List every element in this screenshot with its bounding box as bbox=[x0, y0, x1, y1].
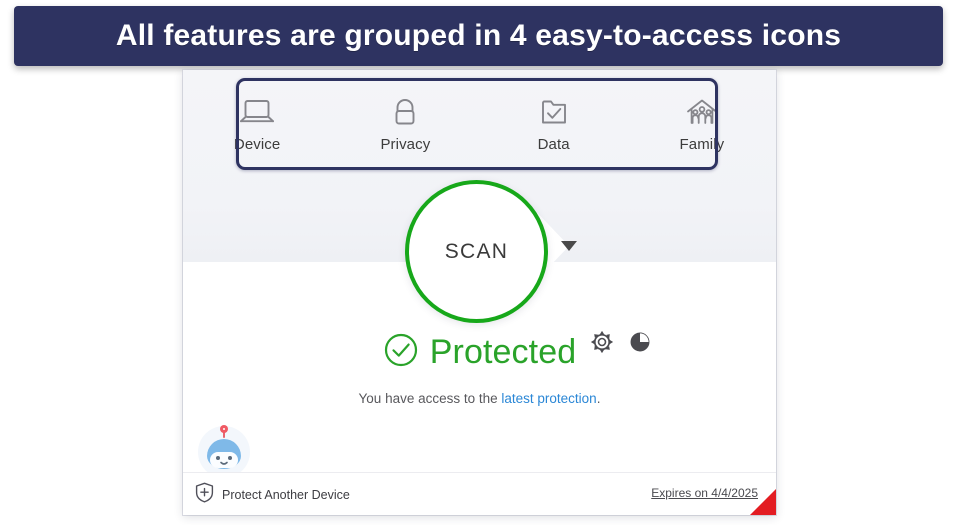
status-subtitle-suffix: . bbox=[596, 391, 601, 406]
toolbar-item-device[interactable]: Device bbox=[183, 70, 331, 170]
status-title: Protected bbox=[429, 333, 577, 371]
house-family-icon bbox=[682, 94, 722, 128]
corner-accent-triangle bbox=[750, 489, 776, 515]
status-row: Protected bbox=[183, 332, 776, 373]
folder-check-icon bbox=[534, 94, 574, 128]
expires-link[interactable]: Expires on 4/4/2025 bbox=[651, 486, 758, 500]
check-circle-icon bbox=[383, 332, 419, 373]
scan-section: SCAN bbox=[183, 173, 776, 354]
headline-text: All features are grouped in 4 easy-to-ac… bbox=[115, 19, 842, 52]
protect-another-device-label: Protect Another Device bbox=[222, 488, 350, 502]
toolbar-label-family: Family bbox=[679, 135, 725, 153]
toolbar-item-privacy[interactable]: Privacy bbox=[331, 70, 479, 170]
protect-another-device-button[interactable]: Protect Another Device bbox=[195, 482, 350, 508]
scan-button[interactable]: SCAN bbox=[405, 180, 548, 323]
chevron-down-icon[interactable] bbox=[561, 241, 577, 251]
feature-toolbar: Device Privacy Data Family bbox=[183, 70, 776, 170]
status-subtitle-prefix: You have access to the bbox=[358, 391, 502, 406]
app-footer: Protect Another Device Expires on 4/4/20… bbox=[183, 472, 776, 515]
shield-plus-icon bbox=[195, 482, 214, 508]
laptop-icon bbox=[237, 94, 277, 128]
toolbar-label-data: Data bbox=[537, 135, 570, 153]
toolbar-label-device: Device bbox=[233, 135, 281, 153]
robot-avatar-icon[interactable] bbox=[193, 418, 255, 480]
toolbar-item-family[interactable]: Family bbox=[628, 70, 776, 170]
toolbar-label-privacy: Privacy bbox=[380, 135, 431, 153]
toolbar-item-data[interactable]: Data bbox=[480, 70, 628, 170]
antivirus-app-window: Device Privacy Data Family SCAN Protecte… bbox=[183, 70, 776, 515]
protection-status: Protected You have access to the latest … bbox=[183, 332, 776, 406]
latest-protection-link[interactable]: latest protection bbox=[501, 391, 596, 406]
lock-icon bbox=[385, 94, 425, 128]
headline-banner: All features are grouped in 4 easy-to-ac… bbox=[14, 6, 943, 66]
scan-button-label: SCAN bbox=[444, 239, 509, 263]
status-subtitle: You have access to the latest protection… bbox=[183, 391, 776, 406]
